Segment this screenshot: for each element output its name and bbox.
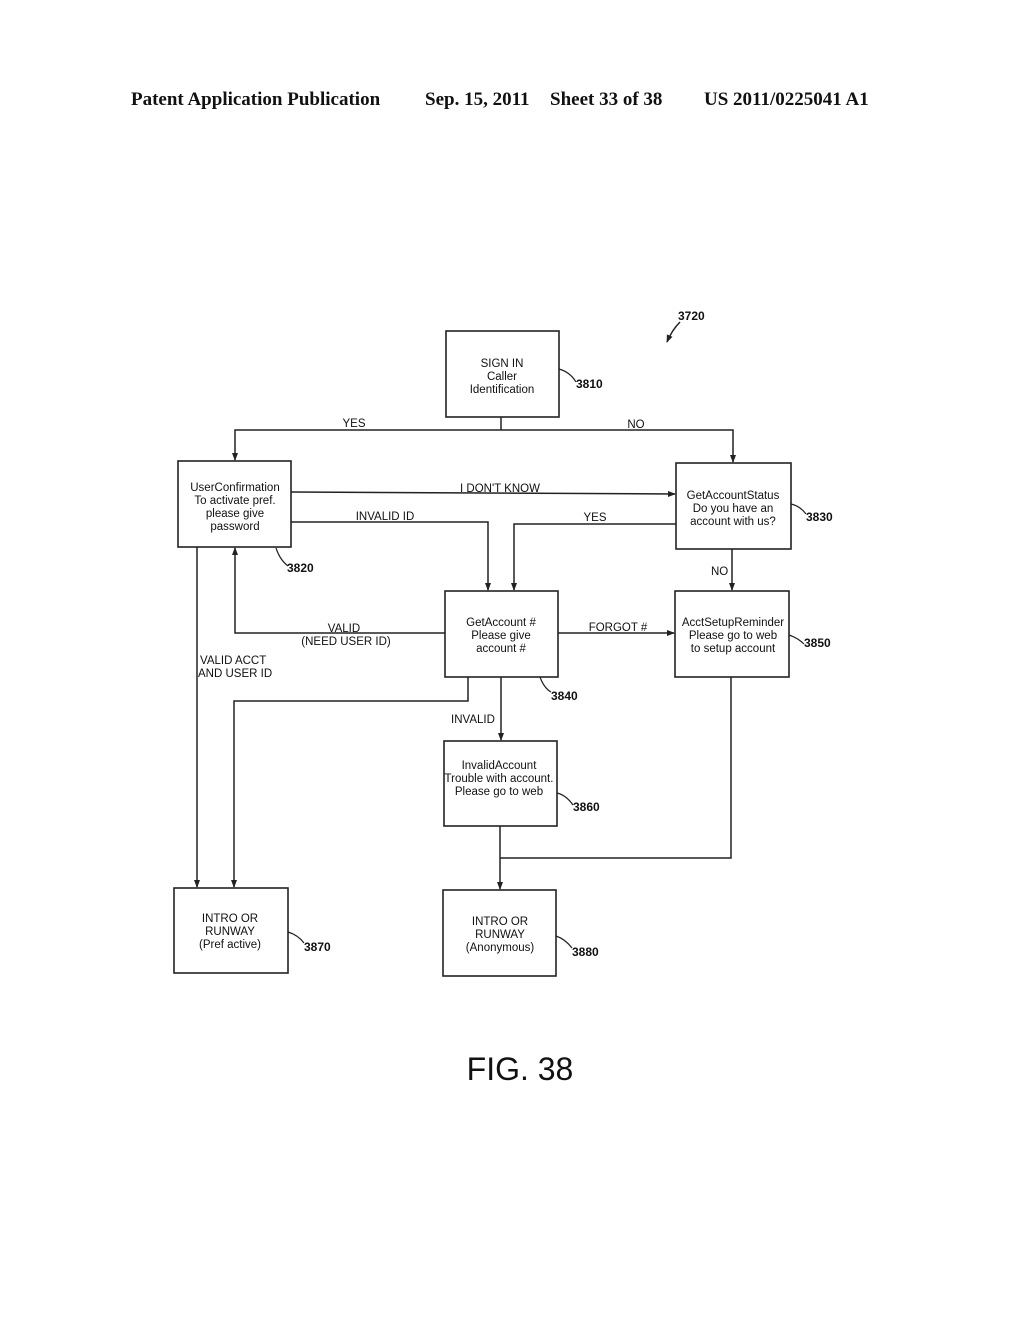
ref-3830: 3830 (790, 503, 833, 524)
reference-arrow-icon (666, 321, 681, 343)
edge-label-status-no: NO (711, 566, 728, 578)
svg-text:RUNWAY: RUNWAY (475, 929, 525, 941)
svg-text:3850: 3850 (804, 636, 831, 650)
ref-3850: 3850 (788, 634, 831, 650)
svg-text:AcctSetupReminder: AcctSetupReminder (682, 617, 784, 629)
svg-text:Do you have an: Do you have an (693, 503, 774, 515)
svg-text:RUNWAY: RUNWAY (205, 926, 255, 938)
svg-text:3820: 3820 (287, 561, 314, 575)
svg-text:GetAccount #: GetAccount # (466, 617, 536, 629)
ref-3840: 3840 (539, 676, 578, 703)
svg-text:InvalidAccount: InvalidAccount (462, 760, 538, 772)
edge-label-valid-acct: VALID ACCT (200, 655, 266, 667)
svg-text:GetAccountStatus: GetAccountStatus (687, 490, 780, 502)
svg-text:password: password (210, 521, 259, 533)
svg-text:3880: 3880 (572, 945, 599, 959)
edge-label-no: NO (627, 419, 644, 431)
ref-3880: 3880 (555, 935, 599, 959)
svg-text:3830: 3830 (806, 510, 833, 524)
edge-label-invalid-id: INVALID ID (356, 511, 415, 523)
svg-text:Please go to web: Please go to web (689, 630, 777, 642)
edge-invalid-id (291, 521, 491, 591)
node-get-account-status-text: GetAccountStatus Do you have an account … (687, 490, 780, 528)
svg-text:please give: please give (206, 508, 264, 520)
figure-label: FIG. 38 (467, 1051, 574, 1087)
node-intro-anonymous-text: INTRO OR RUNWAY (Anonymous) (466, 916, 535, 954)
edge-label-status-yes: YES (583, 512, 606, 524)
edge-yes (232, 429, 501, 461)
edge-label-yes: YES (342, 418, 365, 430)
svg-text:3720: 3720 (678, 309, 705, 323)
svg-text:To activate pref.: To activate pref. (194, 495, 275, 507)
node-intro-pref-active-text: INTRO OR RUNWAY (Pref active) (199, 913, 261, 951)
edge-label-and-user-id: AND USER ID (198, 668, 272, 680)
node-invalid-account-text: InvalidAccount Trouble with account. Ple… (445, 760, 554, 798)
svg-text:3840: 3840 (551, 689, 578, 703)
svg-text:3870: 3870 (304, 940, 331, 954)
svg-text:to setup account: to setup account (691, 643, 776, 655)
svg-text:INTRO OR: INTRO OR (472, 916, 528, 928)
svg-text:Identification: Identification (470, 384, 535, 396)
ref-3860: 3860 (556, 792, 600, 814)
figure-reference: 3720 (666, 309, 705, 343)
edge-status-yes (511, 523, 676, 591)
node-sign-in-text: SIGN IN Caller Identification (470, 358, 535, 396)
ref-3810: 3810 (558, 368, 603, 391)
svg-text:3810: 3810 (576, 377, 603, 391)
svg-text:Trouble with account.: Trouble with account. (445, 773, 554, 785)
svg-text:SIGN IN: SIGN IN (481, 358, 524, 370)
svg-text:Caller: Caller (487, 371, 517, 383)
svg-text:(Pref active): (Pref active) (199, 939, 261, 951)
svg-text:account with us?: account with us? (690, 516, 776, 528)
edge-label-forgot: FORGOT # (589, 622, 648, 634)
svg-text:account #: account # (476, 643, 526, 655)
svg-text:INTRO OR: INTRO OR (202, 913, 258, 925)
edge-account-to-intro-pref (231, 677, 469, 888)
svg-text:3860: 3860 (573, 800, 600, 814)
svg-text:Please give: Please give (471, 630, 530, 642)
node-get-account-text: GetAccount # Please give account # (466, 617, 536, 655)
node-user-confirmation-text: UserConfirmation To activate pref. pleas… (190, 482, 279, 533)
ref-3870: 3870 (287, 931, 331, 954)
svg-text:UserConfirmation: UserConfirmation (190, 482, 279, 494)
svg-text:Please go to web: Please go to web (455, 786, 543, 798)
edge-label-i-dont-know: I DON'T KNOW (460, 483, 540, 495)
edge-label-valid: VALID (328, 623, 360, 635)
edge-no (501, 429, 736, 463)
flowchart: 3720 SIGN IN Caller Identification UserC… (173, 309, 833, 1087)
edge-label-need-user-id: (NEED USER ID) (301, 636, 391, 648)
svg-text:(Anonymous): (Anonymous) (466, 942, 535, 954)
ref-3820: 3820 (275, 547, 314, 575)
edge-valid-need-user-id (232, 547, 445, 634)
node-acct-setup-reminder-text: AcctSetupReminder Please go to web to se… (682, 617, 784, 655)
edge-label-invalid: INVALID (451, 714, 495, 726)
